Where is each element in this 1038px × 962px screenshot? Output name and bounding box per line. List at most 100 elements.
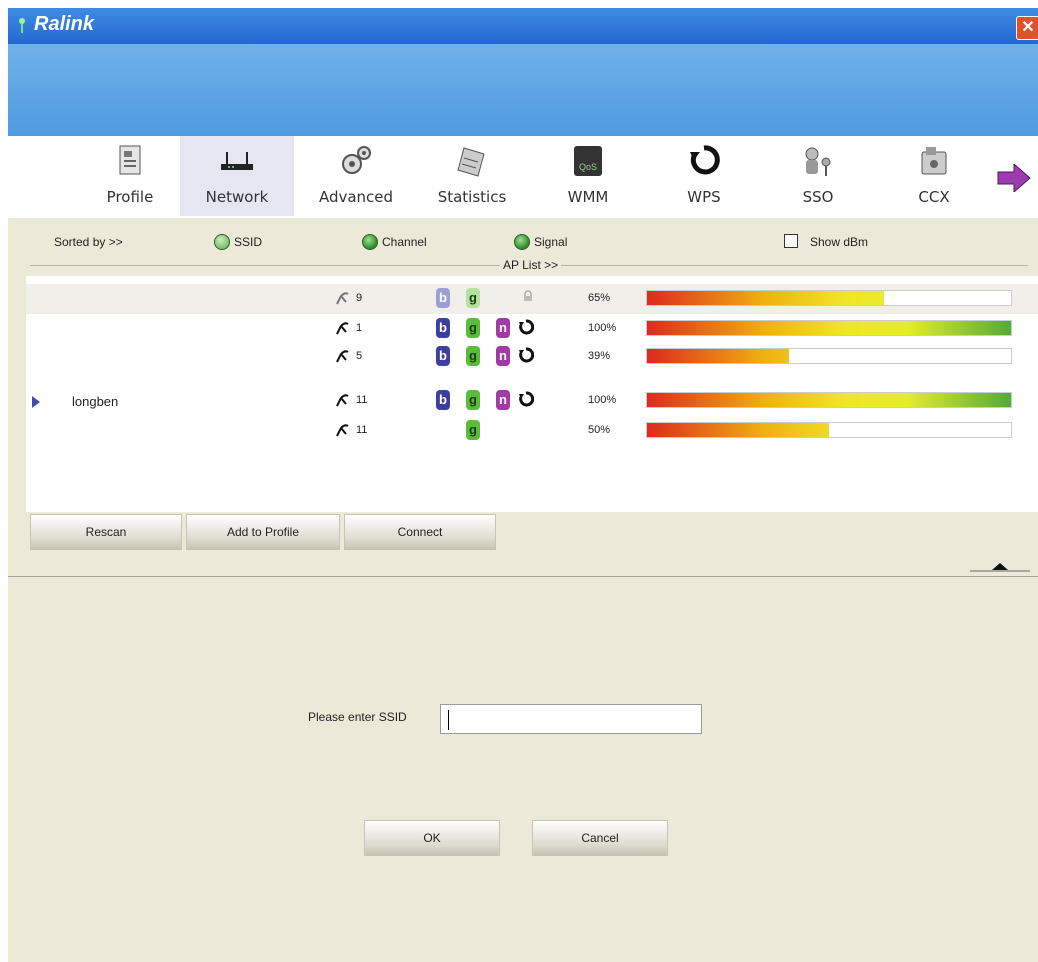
window-title: Ralink — [34, 13, 95, 35]
section-divider — [8, 576, 1038, 577]
ralink-window: Ralink ✕ Profile Network Advanced Statis… — [8, 8, 1038, 962]
ralink-antenna-icon — [19, 18, 25, 33]
channel-number: 9 — [356, 291, 363, 304]
gears-icon — [342, 146, 371, 174]
ap-list[interactable]: 9 b g 65% 1 b g n 100% 5 b g n 39% longb… — [26, 276, 1038, 512]
wps-icon — [519, 347, 534, 363]
svg-text:QoS: QoS — [579, 162, 597, 172]
ssid-cell: longben — [72, 394, 119, 409]
sort-ssid-radio[interactable] — [214, 234, 230, 250]
tab-statistics[interactable]: Statistics — [422, 136, 522, 216]
tab-label: WMM — [567, 188, 609, 206]
tab-sso[interactable]: SSO — [768, 136, 868, 216]
header-banner — [8, 44, 1038, 136]
sort-signal-label[interactable]: Signal — [534, 235, 567, 249]
close-icon[interactable]: ✕ — [1016, 16, 1038, 40]
signal-percent: 65% — [588, 292, 611, 304]
arrow-right-icon[interactable] — [996, 164, 1032, 192]
sorted-by-label: Sorted by >> — [54, 235, 123, 249]
connect-button[interactable]: Connect — [344, 514, 496, 550]
ap-row[interactable]: 1 b g n 100% — [26, 314, 1038, 344]
signal-bar-fill — [647, 393, 1011, 407]
ap-row[interactable]: 9 b g 65% — [26, 284, 1038, 314]
signal-percent: 100% — [588, 322, 617, 334]
channel-number: 5 — [356, 349, 363, 362]
channel-icon — [336, 322, 349, 335]
tab-label: Advanced — [318, 188, 394, 206]
rescan-button[interactable]: Rescan — [30, 514, 182, 550]
router-icon — [221, 152, 253, 170]
ccx-icon — [921, 147, 947, 175]
mode-n-badge: n — [496, 390, 510, 410]
channel-icon — [336, 394, 349, 407]
signal-percent: 50% — [588, 424, 611, 436]
channel-number: 1 — [356, 321, 363, 334]
signal-percent: 100% — [588, 394, 617, 406]
channel-icon — [336, 350, 349, 363]
ssid-input[interactable] — [440, 704, 702, 734]
sort-ssid-label[interactable]: SSID — [234, 235, 262, 249]
ap-row[interactable]: 11 g 50% — [26, 416, 1038, 446]
qos-icon: QoS — [574, 146, 602, 176]
tab-label: WPS — [687, 188, 721, 206]
title-bar: Ralink ✕ — [8, 8, 1038, 44]
wps-icon — [519, 391, 534, 407]
signal-percent: 39% — [588, 350, 611, 362]
channel-number: 11 — [356, 393, 368, 406]
mode-g-badge: g — [466, 420, 480, 440]
mode-b-badge: b — [436, 346, 450, 366]
tab-label: Profile — [106, 188, 154, 206]
ssid-prompt-label: Please enter SSID — [308, 710, 407, 724]
wps-icon — [519, 319, 534, 335]
signal-bar — [646, 348, 1012, 364]
channel-number: 11 — [356, 423, 368, 436]
channel-icon — [336, 292, 349, 305]
signal-bar-fill — [647, 349, 789, 363]
tab-label: SSO — [802, 188, 834, 206]
mode-n-badge: n — [496, 318, 510, 338]
main-toolbar: Profile Network Advanced Statistics QoS … — [8, 136, 1038, 218]
channel-cell: 11 — [334, 392, 367, 408]
cancel-button[interactable]: Cancel — [532, 820, 668, 856]
text-cursor — [448, 710, 449, 730]
mode-g-badge: g — [466, 288, 480, 308]
signal-bar-fill — [647, 291, 884, 305]
tab-label: Statistics — [437, 188, 507, 206]
ap-row[interactable]: 5 b g n 39% — [26, 342, 1038, 372]
show-dbm-label[interactable]: Show dBm — [810, 235, 868, 249]
tab-wps[interactable]: WPS — [654, 136, 754, 216]
ap-row[interactable]: longben 11 b g n 100% — [26, 386, 1038, 416]
tab-wmm[interactable]: QoS WMM — [538, 136, 638, 216]
channel-cell: 11 — [334, 422, 367, 438]
lock-open-icon — [524, 290, 532, 301]
sort-channel-label[interactable]: Channel — [382, 235, 427, 249]
tab-label: CCX — [918, 188, 950, 206]
mode-g-badge: g — [466, 346, 480, 366]
show-dbm-checkbox[interactable] — [784, 234, 798, 248]
signal-bar-fill — [647, 321, 1011, 335]
mode-g-badge: g — [466, 318, 480, 338]
signal-bar — [646, 422, 1012, 438]
sort-bar: Sorted by >> SSID Channel Signal Show dB… — [8, 218, 1038, 272]
signal-bar-fill — [647, 423, 829, 437]
add-to-profile-button[interactable]: Add to Profile — [186, 514, 340, 550]
wps-icon — [690, 145, 720, 175]
channel-cell: 9 — [334, 290, 362, 306]
current-row-indicator-icon — [32, 396, 40, 408]
tab-label: Network — [205, 188, 269, 206]
signal-bar — [646, 392, 1012, 408]
tab-ccx[interactable]: CCX — [888, 136, 980, 216]
mode-b-badge: b — [436, 288, 450, 308]
sort-signal-radio[interactable] — [514, 234, 530, 250]
tab-advanced[interactable]: Advanced — [300, 136, 412, 216]
collapse-up-icon[interactable] — [970, 558, 1030, 574]
tab-profile[interactable]: Profile — [80, 136, 180, 216]
sort-channel-radio[interactable] — [362, 234, 378, 250]
tab-network[interactable]: Network — [180, 136, 294, 216]
profile-icon — [119, 145, 141, 175]
channel-cell: 5 — [334, 348, 362, 364]
statistics-icon — [457, 147, 485, 177]
ap-list-label: AP List >> — [500, 258, 562, 272]
mode-b-badge: b — [436, 390, 450, 410]
ok-button[interactable]: OK — [364, 820, 500, 856]
